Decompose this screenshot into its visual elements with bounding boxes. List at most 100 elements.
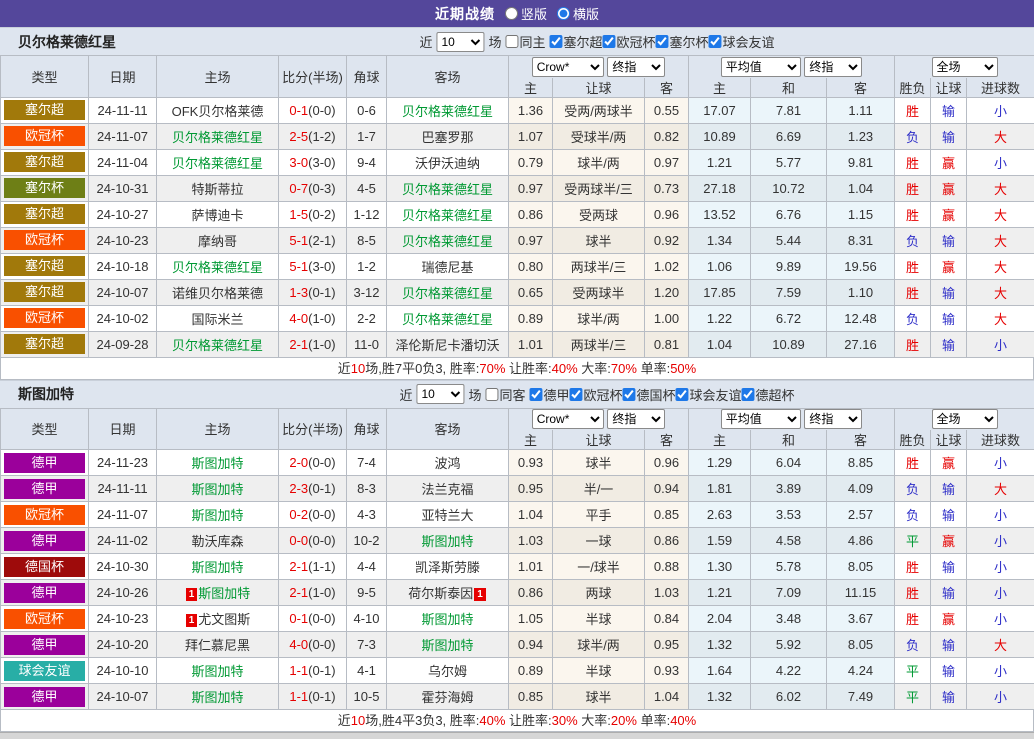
match-date: 24-10-10 xyxy=(89,658,157,684)
league-checkbox[interactable] xyxy=(742,388,755,401)
match-score: 2-1(1-1) xyxy=(279,554,347,580)
same-venue-checkbox[interactable] xyxy=(505,35,518,48)
odds-home: 0.85 xyxy=(509,684,553,710)
odds-home: 0.97 xyxy=(509,175,553,201)
halftime-score: (0-1) xyxy=(308,285,335,300)
col-result-winloss: 胜负 xyxy=(895,78,931,98)
competition-type: 塞尔超 xyxy=(1,253,89,279)
halftime-score: (0-0) xyxy=(308,637,335,652)
avg-draw: 9.89 xyxy=(751,253,827,279)
competition-type: 塞尔杯 xyxy=(1,175,89,201)
home-team: 贝尔格莱德红星 xyxy=(157,331,279,357)
league-checkbox[interactable] xyxy=(656,35,669,48)
competition-type: 德甲 xyxy=(1,684,89,710)
result-goals: 大 xyxy=(967,279,1034,305)
odds-period-select[interactable]: 终指 xyxy=(607,57,665,77)
league-checkbox[interactable] xyxy=(570,388,583,401)
avg-period-select[interactable]: 终指 xyxy=(804,57,862,77)
home-team: 斯图加特 xyxy=(157,684,279,710)
recent-count-select[interactable]: 10 xyxy=(416,384,464,404)
layout-vertical-option: 竖版 xyxy=(505,4,547,23)
league-checkbox[interactable] xyxy=(549,35,562,48)
layout-horizontal-option: 横版 xyxy=(557,4,599,23)
odds-home: 0.89 xyxy=(509,658,553,684)
avg-away: 11.15 xyxy=(827,580,895,606)
league-filters: 德甲欧冠杯德国杯球会友谊德超杯 xyxy=(529,385,794,404)
same-venue-checkbox[interactable] xyxy=(485,388,498,401)
odds-handicap: 受两球半/三 xyxy=(553,175,645,201)
league-checkbox[interactable] xyxy=(529,388,542,401)
avg-period-select[interactable]: 终指 xyxy=(804,409,862,429)
avg-select-group: 平均值 终指 xyxy=(689,56,895,78)
result-handicap: 输 xyxy=(931,227,967,253)
odds-handicap: 受两球半 xyxy=(553,279,645,305)
match-date: 24-10-30 xyxy=(89,554,157,580)
col-corner: 角球 xyxy=(347,408,387,450)
result-winloss: 胜 xyxy=(895,554,931,580)
scope-select[interactable]: 全场 xyxy=(932,57,998,77)
odds-period-select[interactable]: 终指 xyxy=(607,409,665,429)
result-goals: 小 xyxy=(967,684,1034,710)
league-label: 德超杯 xyxy=(756,385,795,404)
vertical-layout-radio[interactable] xyxy=(505,7,518,20)
avg-away: 8.85 xyxy=(827,450,895,476)
odds-handicap: 两球半/三 xyxy=(553,331,645,357)
odds-company-select[interactable]: Crow* xyxy=(532,57,604,77)
league-checkbox[interactable] xyxy=(709,35,722,48)
away-team-name: 泽伦斯尼卡潘切沃 xyxy=(395,338,499,353)
league-checkbox[interactable] xyxy=(623,388,636,401)
team-name: 贝尔格莱德红星 xyxy=(18,32,116,52)
home-team-name: 萨博迪卡 xyxy=(191,208,243,223)
home-team-name: 摩纳哥 xyxy=(198,234,237,249)
near-label: 近 xyxy=(419,32,432,51)
odds-away: 0.82 xyxy=(645,123,689,149)
odds-handicap: 平手 xyxy=(553,502,645,528)
odds-company-select[interactable]: Crow* xyxy=(532,409,604,429)
summary-part: 10 xyxy=(351,361,365,376)
odds-home: 1.01 xyxy=(509,554,553,580)
horizontal-layout-radio[interactable] xyxy=(557,7,570,20)
halftime-score: (1-1) xyxy=(308,559,335,574)
away-team: 巴塞罗那 xyxy=(387,123,509,149)
scope-select[interactable]: 全场 xyxy=(932,409,998,429)
result-handicap: 赢 xyxy=(931,450,967,476)
result-winloss: 负 xyxy=(895,227,931,253)
odds-home: 0.93 xyxy=(509,450,553,476)
summary-part: 40% xyxy=(552,361,578,376)
odds-handicap: 球半/两 xyxy=(553,305,645,331)
avg-home: 1.04 xyxy=(689,331,751,357)
col-result-handicap: 让球 xyxy=(931,430,967,450)
result-handicap: 赢 xyxy=(931,528,967,554)
avg-source-select[interactable]: 平均值 xyxy=(721,409,801,429)
summary-part: 近 xyxy=(338,713,351,728)
avg-source-select[interactable]: 平均值 xyxy=(721,57,801,77)
corner-count: 10-5 xyxy=(347,684,387,710)
avg-draw: 3.89 xyxy=(751,476,827,502)
summary-part: 10 xyxy=(351,713,365,728)
odds-away: 0.84 xyxy=(645,606,689,632)
red-card-badge: 1 xyxy=(186,614,198,627)
home-team-name: 斯图加特 xyxy=(191,508,243,523)
away-team: 霍芬海姆 xyxy=(387,684,509,710)
league-checkbox[interactable] xyxy=(676,388,689,401)
col-odds-handicap: 让球 xyxy=(553,430,645,450)
vertical-layout-label: 竖版 xyxy=(521,4,547,23)
match-row: 塞尔超24-10-18贝尔格莱德红星5-1(3-0)1-2瑞德尼基0.80两球半… xyxy=(1,253,1034,279)
summary-part: 30% xyxy=(552,713,578,728)
col-avg-draw: 和 xyxy=(751,430,827,450)
col-result-goals: 进球数 xyxy=(967,430,1034,450)
corner-count: 4-1 xyxy=(347,658,387,684)
competition-badge: 欧冠杯 xyxy=(4,126,85,146)
topbar: 近期战绩 竖版 横版 xyxy=(0,0,1034,27)
odds-handicap: 一球 xyxy=(553,528,645,554)
away-team: 法兰克福 xyxy=(387,476,509,502)
col-avg-home: 主 xyxy=(689,430,751,450)
match-date: 24-10-27 xyxy=(89,201,157,227)
away-team-name: 贝尔格莱德红星 xyxy=(402,208,493,223)
recent-count-select[interactable]: 10 xyxy=(436,32,484,52)
competition-type: 塞尔超 xyxy=(1,279,89,305)
avg-home: 1.29 xyxy=(689,450,751,476)
avg-away: 2.57 xyxy=(827,502,895,528)
avg-away: 3.67 xyxy=(827,606,895,632)
league-checkbox[interactable] xyxy=(603,35,616,48)
